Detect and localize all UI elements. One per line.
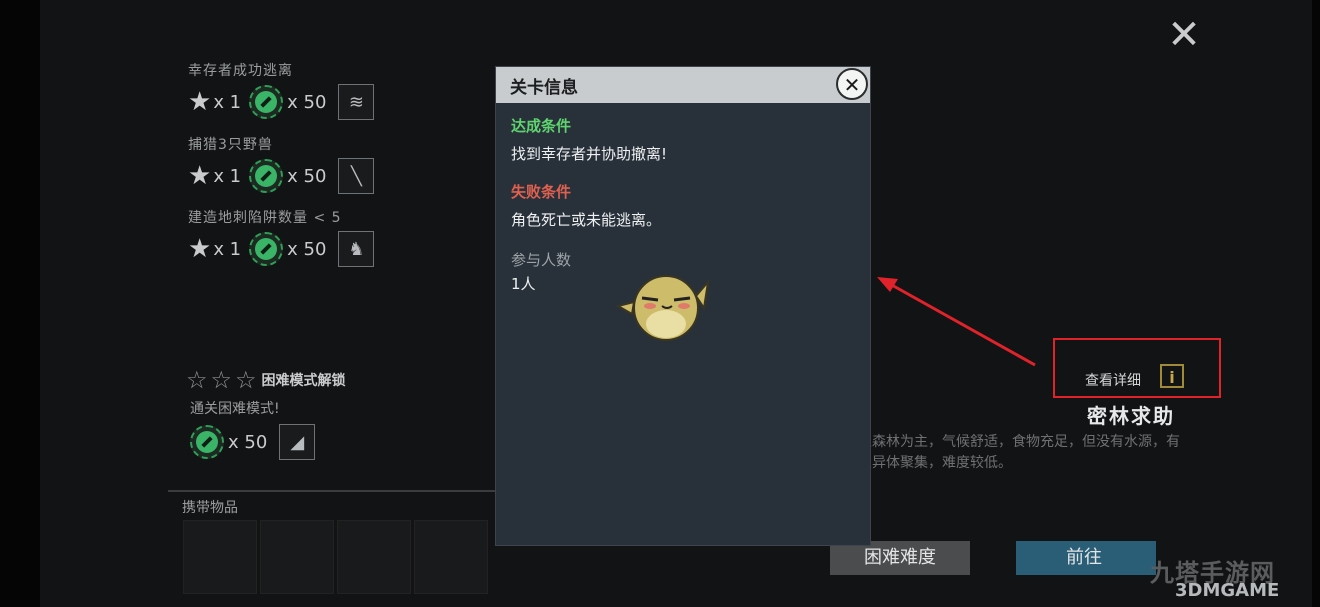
success-condition-title: 达成条件 bbox=[511, 117, 572, 135]
screen-edge-right bbox=[1312, 0, 1320, 607]
hard-mode-subtitle: 通关困难模式! bbox=[190, 401, 280, 417]
reward-spike-traps: 建造地刺陷阱数量 < 5 ★ x 1 x 50 ♞ bbox=[188, 207, 375, 267]
carry-slot[interactable] bbox=[337, 520, 411, 594]
hard-mode-label: 困难模式解锁 bbox=[261, 373, 346, 389]
reward-title: 捕猎3只野兽 bbox=[188, 137, 273, 153]
hard-mode-unlock: ☆ ☆ ☆ 困难模式解锁 通关困难模式! x 50 ◢ bbox=[186, 366, 346, 460]
divider bbox=[168, 490, 498, 492]
star-count: x 1 bbox=[213, 91, 242, 113]
coin-count: x 50 bbox=[287, 165, 327, 187]
screen-edge-left bbox=[0, 0, 40, 607]
fail-condition-title: 失败条件 bbox=[511, 183, 572, 201]
coin-count: x 50 bbox=[287, 91, 327, 113]
hard-difficulty-button[interactable]: 困难难度 bbox=[830, 541, 970, 575]
star-count: x 1 bbox=[213, 165, 242, 187]
carry-slot[interactable] bbox=[414, 520, 488, 594]
players-title: 参与人数 bbox=[511, 251, 572, 269]
dialog-header: 关卡信息 ✕ bbox=[496, 67, 870, 103]
coin-count: x 50 bbox=[228, 431, 268, 453]
reward-survivor-escape: 幸存者成功逃离 ★ x 1 x 50 ≋ bbox=[188, 60, 375, 120]
coin-icon bbox=[190, 425, 224, 459]
empty-star-icon: ☆ bbox=[235, 366, 257, 394]
reward-item-icon[interactable]: ♞ bbox=[338, 231, 375, 267]
empty-star-icon: ☆ bbox=[210, 366, 233, 394]
reward-item-icon[interactable]: ≋ bbox=[338, 84, 375, 120]
star-icon: ★ bbox=[188, 161, 212, 191]
mascot-sticker bbox=[615, 275, 710, 341]
players-count: 1人 bbox=[511, 275, 536, 293]
reward-item-icon[interactable]: ◢ bbox=[279, 424, 316, 460]
coin-icon bbox=[249, 159, 284, 193]
reward-title: 幸存者成功逃离 bbox=[188, 63, 293, 79]
level-name: 密林求助 bbox=[1087, 404, 1175, 428]
close-icon[interactable]: ✕ bbox=[1164, 15, 1204, 55]
carry-items-title: 携带物品 bbox=[182, 500, 238, 516]
go-button[interactable]: 前往 bbox=[1016, 541, 1156, 575]
success-condition-text: 找到幸存者并协助撤离! bbox=[511, 145, 668, 163]
carry-slot[interactable] bbox=[183, 520, 257, 594]
star-count: x 1 bbox=[213, 238, 242, 260]
level-description: 地形以森林为主，气候舒适，食物充足，但没有水源，有少量变异体聚集，难度较低。 bbox=[830, 434, 1180, 471]
reward-hunt-beasts: 捕猎3只野兽 ★ x 1 x 50 ╲ bbox=[188, 134, 375, 194]
fail-condition-text: 角色死亡或未能逃离。 bbox=[511, 211, 662, 229]
coin-icon bbox=[249, 85, 284, 119]
dialog-title: 关卡信息 bbox=[510, 78, 578, 98]
reward-item-icon[interactable]: ╲ bbox=[338, 158, 375, 194]
watermark-brand: 3DMGAME bbox=[1175, 580, 1280, 601]
info-icon[interactable]: i bbox=[1160, 364, 1184, 388]
close-icon[interactable]: ✕ bbox=[836, 68, 868, 100]
carry-slot[interactable] bbox=[260, 520, 334, 594]
view-details-label[interactable]: 查看详细 bbox=[1085, 370, 1141, 390]
coin-icon bbox=[249, 232, 284, 266]
reward-title: 建造地刺陷阱数量 < 5 bbox=[188, 210, 342, 226]
empty-star-icon: ☆ bbox=[186, 366, 208, 394]
star-icon: ★ bbox=[188, 234, 212, 264]
star-icon: ★ bbox=[188, 87, 212, 117]
coin-count: x 50 bbox=[287, 238, 327, 260]
